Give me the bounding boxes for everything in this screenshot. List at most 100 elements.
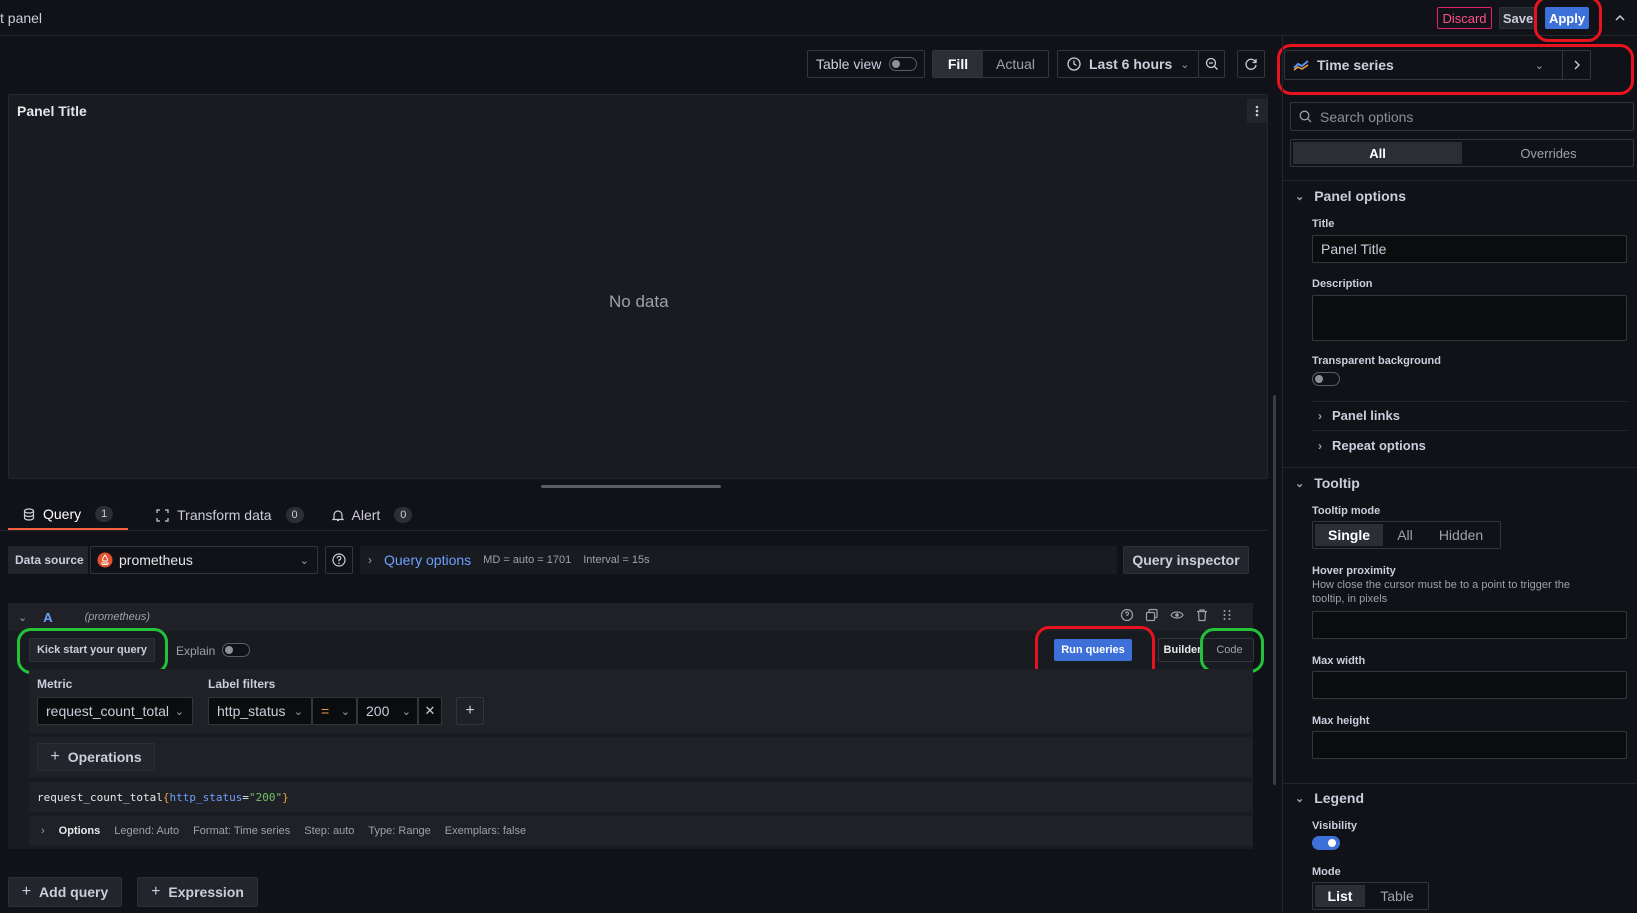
search-options-input[interactable]: Search options: [1290, 102, 1634, 131]
tooltip-mode-segmented: Single All Hidden: [1312, 521, 1501, 549]
actual-option[interactable]: Actual: [983, 51, 1048, 77]
plus-icon: +: [151, 883, 161, 900]
collapse-chevron-up-icon[interactable]: [1610, 8, 1630, 28]
help-icon[interactable]: [325, 546, 353, 574]
title-input[interactable]: Panel Title: [1312, 235, 1627, 263]
tab-all[interactable]: All: [1293, 142, 1462, 164]
transparent-toggle[interactable]: [1312, 372, 1340, 386]
legend-visibility-toggle[interactable]: [1312, 836, 1340, 850]
eye-icon[interactable]: [1170, 608, 1184, 622]
chevron-down-icon: ⌄: [1534, 59, 1544, 72]
operations-button[interactable]: + Operations: [37, 743, 155, 771]
plus-icon: +: [50, 748, 60, 765]
tabs-divider: [0, 530, 1268, 531]
description-textarea[interactable]: [1312, 295, 1627, 341]
tab-overrides[interactable]: Overrides: [1464, 140, 1633, 166]
drag-handle-icon[interactable]: [1220, 608, 1234, 622]
max-width-input[interactable]: [1312, 671, 1627, 699]
panel-options-header[interactable]: ⌄ Panel options: [1295, 188, 1406, 204]
datasource-value: prometheus: [119, 552, 193, 568]
max-width-label: Max width: [1312, 655, 1366, 667]
filter-operator: =: [321, 703, 330, 719]
repeat-options-label: Repeat options: [1332, 438, 1426, 453]
table-view-label: Table view: [816, 56, 882, 72]
help-icon[interactable]: [1120, 608, 1134, 622]
discard-button[interactable]: Discard: [1437, 7, 1492, 29]
preview-brace-close: }: [282, 790, 289, 804]
chevron-down-icon: ⌄: [293, 705, 303, 718]
query-inspector-button[interactable]: Query inspector: [1123, 546, 1249, 574]
legend-mode-list[interactable]: List: [1315, 885, 1365, 907]
title-value: Panel Title: [1321, 241, 1387, 257]
filter-key: http_status: [217, 703, 286, 719]
filter-value: 200: [366, 703, 390, 719]
apply-button[interactable]: Apply: [1545, 7, 1589, 29]
tab-query-label: Query: [43, 506, 82, 522]
splitter-handle[interactable]: [541, 485, 721, 488]
hover-proximity-label: Hover proximity: [1312, 565, 1396, 577]
time-range-picker[interactable]: Last 6 hours ⌄: [1057, 50, 1199, 78]
datasource-label: Data source: [8, 546, 88, 574]
hover-proximity-input[interactable]: [1312, 611, 1627, 639]
tooltip-mode-all[interactable]: All: [1385, 522, 1425, 548]
zoom-out-icon[interactable]: [1199, 50, 1225, 78]
query-options-summary[interactable]: › Options Legend: Auto Format: Time seri…: [29, 816, 1253, 846]
time-series-icon: [1293, 60, 1309, 71]
legend-label: Legend: [1314, 790, 1364, 806]
filter-operator-select[interactable]: = ⌄: [312, 697, 357, 725]
save-button[interactable]: Save: [1499, 7, 1537, 29]
options-label: Options: [58, 825, 101, 837]
tooltip-mode-hidden[interactable]: Hidden: [1425, 522, 1497, 548]
repeat-options-header[interactable]: › Repeat options: [1318, 438, 1426, 453]
kick-start-query-button[interactable]: Kick start your query: [29, 638, 155, 662]
divider: [1312, 401, 1627, 402]
legend-header[interactable]: ⌄ Legend: [1295, 790, 1364, 806]
filter-value-select[interactable]: 200 ⌄: [357, 697, 418, 725]
panel-links-header[interactable]: › Panel links: [1318, 408, 1400, 423]
run-queries-button[interactable]: Run queries: [1054, 639, 1132, 661]
divider: [1283, 783, 1637, 784]
metric-select[interactable]: request_count_total ⌄: [37, 697, 193, 725]
refresh-icon[interactable]: [1237, 50, 1265, 78]
metric-label: Metric: [37, 677, 73, 691]
tab-query[interactable]: Query 1: [8, 500, 129, 530]
builder-option[interactable]: Builder: [1159, 639, 1206, 661]
search-placeholder: Search options: [1320, 108, 1414, 125]
datasource-picker[interactable]: prometheus ⌄: [90, 546, 318, 574]
filter-key-select[interactable]: http_status ⌄: [208, 697, 312, 725]
fill-option[interactable]: Fill: [933, 51, 983, 77]
tooltip-header[interactable]: ⌄ Tooltip: [1295, 475, 1360, 491]
operations-label: Operations: [67, 749, 142, 765]
clock-icon: [1067, 57, 1081, 71]
explain-toggle[interactable]: [222, 643, 250, 657]
max-height-input[interactable]: [1312, 731, 1627, 759]
duplicate-icon[interactable]: [1145, 608, 1159, 622]
query-options-label[interactable]: Query options: [384, 552, 471, 568]
label-filters-label: Label filters: [208, 677, 276, 691]
table-view-switch[interactable]: [889, 57, 918, 71]
tab-alert[interactable]: Alert 0: [331, 500, 413, 530]
remove-filter-icon[interactable]: ✕: [418, 697, 442, 725]
scrollbar[interactable]: [1273, 395, 1276, 785]
legend-mode-table[interactable]: Table: [1367, 883, 1427, 909]
opt-step: Step: auto: [304, 825, 355, 837]
top-bar: t panel Discard Save Apply: [0, 0, 1637, 36]
panel-menu-icon[interactable]: [1247, 99, 1267, 123]
panel-links-label: Panel links: [1332, 408, 1400, 423]
trash-icon[interactable]: [1195, 608, 1209, 622]
tab-transform-data[interactable]: Transform data 0: [156, 500, 304, 530]
md-info: MD = auto = 1701: [483, 554, 572, 566]
code-option[interactable]: Code: [1206, 639, 1253, 661]
query-ref-id[interactable]: A: [43, 610, 52, 625]
preview-label-value: "200": [248, 790, 283, 804]
visualization-picker[interactable]: Time series ⌄: [1284, 50, 1591, 80]
query-options-bar[interactable]: › Query options MD = auto = 1701 Interva…: [360, 546, 1117, 574]
add-expression-button[interactable]: + Expression: [137, 877, 258, 907]
opt-type: Type: Range: [368, 825, 431, 837]
table-view-toggle[interactable]: Table view: [807, 50, 925, 78]
chevron-right-icon[interactable]: [1562, 51, 1590, 79]
collapse-chevron-down-icon[interactable]: ⌄: [18, 611, 27, 624]
add-filter-icon[interactable]: +: [456, 697, 484, 725]
tooltip-mode-single[interactable]: Single: [1315, 524, 1383, 546]
add-query-button[interactable]: + Add query: [8, 877, 122, 907]
